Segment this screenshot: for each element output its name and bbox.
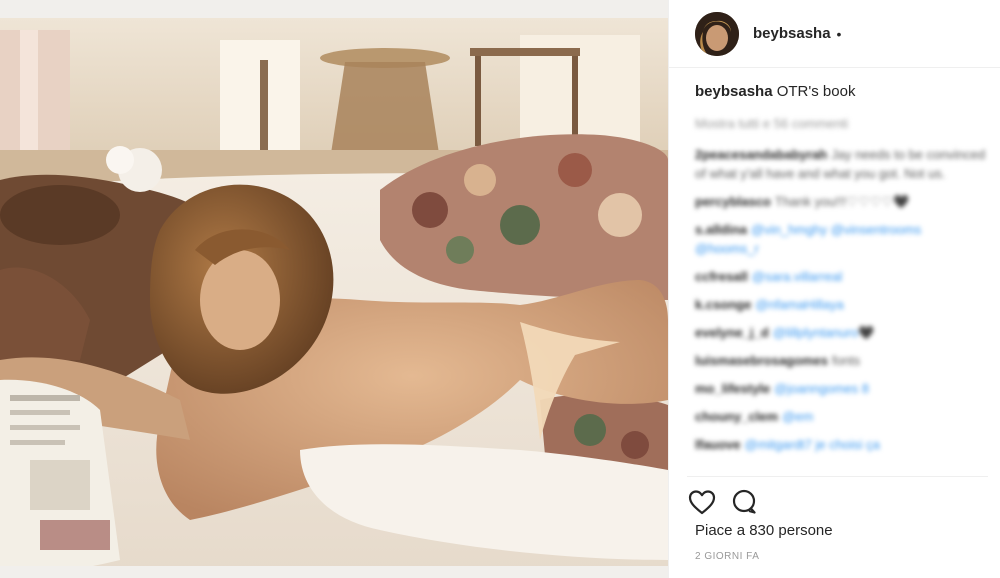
view-all-comments-link[interactable]: Mostra tutti e 56 commenti <box>695 114 986 133</box>
comment-text: @lillplyntanuro🖤 <box>772 325 875 340</box>
post-photo[interactable] <box>0 0 668 578</box>
comment-username[interactable]: luismasebrosagomes <box>695 353 828 368</box>
comment-item: k.csonge @nfamaHillaya <box>695 295 986 314</box>
caption: beybsasha OTR's book <box>695 82 988 102</box>
comment-item: s.alldina @vin_hmghy @vinsentrooms @hooms… <box>695 220 986 258</box>
comment-username[interactable]: 2peacesandababyrah <box>695 147 827 162</box>
comment-item: evelyne_j_d @lillplyntanuro🖤 <box>695 323 986 342</box>
comment-username[interactable]: k.csonge <box>695 297 751 312</box>
comment-text: @mitgardt7 je choisi ça <box>744 437 880 452</box>
follow-dot: • <box>836 25 842 42</box>
comment-username[interactable]: chouny_clem <box>695 409 778 424</box>
instagram-post: beybsasha • beybsasha OTR's book Mostra … <box>0 0 1000 578</box>
comment-text: @em <box>782 409 814 424</box>
avatar-image <box>695 11 739 56</box>
comment-item: chouny_clem @em <box>695 407 986 426</box>
caption-username[interactable]: beybsasha <box>695 83 773 100</box>
caption-text: OTR's book <box>776 83 856 100</box>
post-side-panel: beybsasha • beybsasha OTR's book Mostra … <box>668 0 1000 578</box>
comment-text: Thank you!!!♡♡♡♡🖤 <box>774 194 910 209</box>
comment-username[interactable]: lfauove <box>695 437 741 452</box>
comment-text: @joanngomes 8 <box>774 381 870 396</box>
comment-text: @sara.villarreal <box>751 269 843 284</box>
likes-count[interactable]: Piace a 830 persone <box>695 522 833 539</box>
comments-list: Mostra tutti e 56 commenti 2peacesandaba… <box>695 114 986 466</box>
post-header: beybsasha • <box>669 0 1000 68</box>
comment-item: mo_lifestyle @joanngomes 8 <box>695 379 986 398</box>
comment-username[interactable]: s.alldina <box>695 222 747 237</box>
post-timestamp: 2 GIORNI FA <box>695 551 760 562</box>
comment-username[interactable]: evelyne_j_d <box>695 325 769 340</box>
comment-item: 2peacesandababyrah Jay needs to be convin… <box>695 145 986 183</box>
avatar[interactable] <box>695 11 739 56</box>
comment-username[interactable]: ccfresall <box>695 269 748 284</box>
comment-item: luismasebrosagomes fonts <box>695 351 986 370</box>
comment-username[interactable]: percyblasco <box>695 194 771 209</box>
username[interactable]: beybsasha <box>753 25 831 42</box>
comment-username[interactable]: mo_lifestyle <box>695 381 770 396</box>
comment-item: lfauove @mitgardt7 je choisi ça <box>695 435 986 454</box>
comment-item: percyblasco Thank you!!!♡♡♡♡🖤 <box>695 192 986 211</box>
comment-bubble-icon[interactable] <box>729 487 759 517</box>
comment-text: @nfamaHillaya <box>755 297 844 312</box>
heart-icon[interactable] <box>687 487 717 517</box>
action-bar <box>687 476 988 519</box>
comment-item: ccfresall @sara.villarreal <box>695 267 986 286</box>
post-photo-illustration <box>0 0 668 578</box>
comment-text: fonts <box>831 353 861 368</box>
